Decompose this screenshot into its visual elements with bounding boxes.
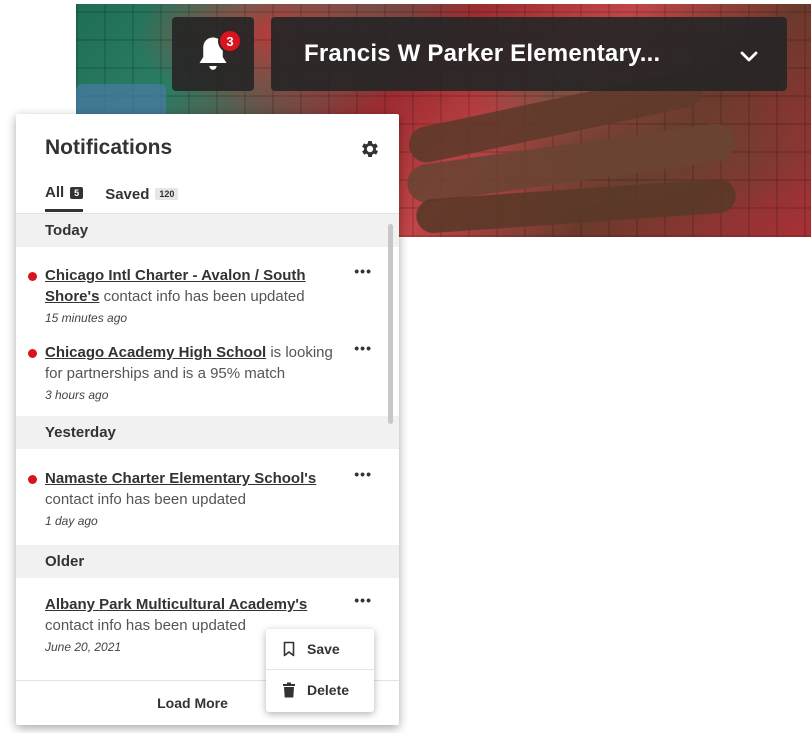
notification-count-badge: 3: [218, 29, 242, 53]
delete-label: Delete: [307, 681, 350, 698]
notification-text: Chicago Intl Charter - Avalon / South Sh…: [45, 267, 306, 305]
unread-dot: [28, 349, 37, 358]
school-link[interactable]: Chicago Academy High School: [45, 344, 266, 361]
notification-item: Chicago Academy High School is looking f…: [16, 341, 399, 402]
tab-saved-count: 120: [155, 188, 179, 200]
notification-text: Chicago Academy High School is looking f…: [45, 344, 333, 382]
notification-time: 15 minutes ago: [45, 311, 128, 325]
save-label: Save: [307, 641, 340, 657]
trash-icon: [283, 682, 295, 697]
tab-all[interactable]: All 5: [45, 184, 84, 212]
delete-menu-item[interactable]: Delete: [266, 669, 374, 709]
notification-list[interactable]: Today Chicago Intl Charter - Avalon / So…: [16, 214, 399, 680]
scrollbar-thumb[interactable]: [388, 224, 393, 424]
tab-saved[interactable]: Saved 120: [105, 184, 179, 212]
notification-item: Namaste Charter Elementary School's cont…: [16, 467, 399, 528]
tab-saved-label: Saved: [105, 185, 150, 203]
section-header-today: Today: [16, 214, 399, 247]
more-options-button[interactable]: •••: [354, 467, 372, 481]
section-header-older: Older: [16, 545, 399, 578]
unread-dot: [28, 475, 37, 484]
notification-tabs: All 5 Saved 120: [45, 184, 179, 212]
school-link[interactable]: Albany Park Multicultural Academy's: [45, 596, 307, 613]
more-options-button[interactable]: •••: [354, 341, 372, 355]
more-options-button[interactable]: •••: [354, 593, 372, 607]
panel-title: Notifications: [45, 136, 173, 159]
notification-item: Chicago Intl Charter - Avalon / South Sh…: [16, 264, 399, 325]
notification-text: Namaste Charter Elementary School's cont…: [45, 470, 317, 508]
chevron-down-icon: [740, 51, 758, 62]
notification-time: 1 day ago: [45, 514, 98, 528]
school-name: Francis W Parker Elementary...: [304, 40, 661, 67]
tab-all-count: 5: [70, 186, 84, 199]
section-header-yesterday: Yesterday: [16, 416, 399, 449]
unread-dot: [28, 272, 37, 281]
school-link[interactable]: Namaste Charter Elementary School's: [45, 470, 316, 487]
notification-time: 3 hours ago: [45, 388, 109, 402]
notification-context-menu: Save Delete: [266, 629, 374, 712]
save-menu-item[interactable]: Save: [266, 629, 374, 669]
tab-all-label: All: [45, 184, 65, 201]
more-options-button[interactable]: •••: [354, 264, 372, 278]
gear-icon[interactable]: [359, 138, 381, 160]
load-more-button[interactable]: Load More: [157, 695, 228, 711]
school-selector[interactable]: Francis W Parker Elementary...: [271, 17, 787, 91]
notifications-button[interactable]: 3: [172, 17, 254, 91]
bookmark-icon: [283, 641, 295, 657]
